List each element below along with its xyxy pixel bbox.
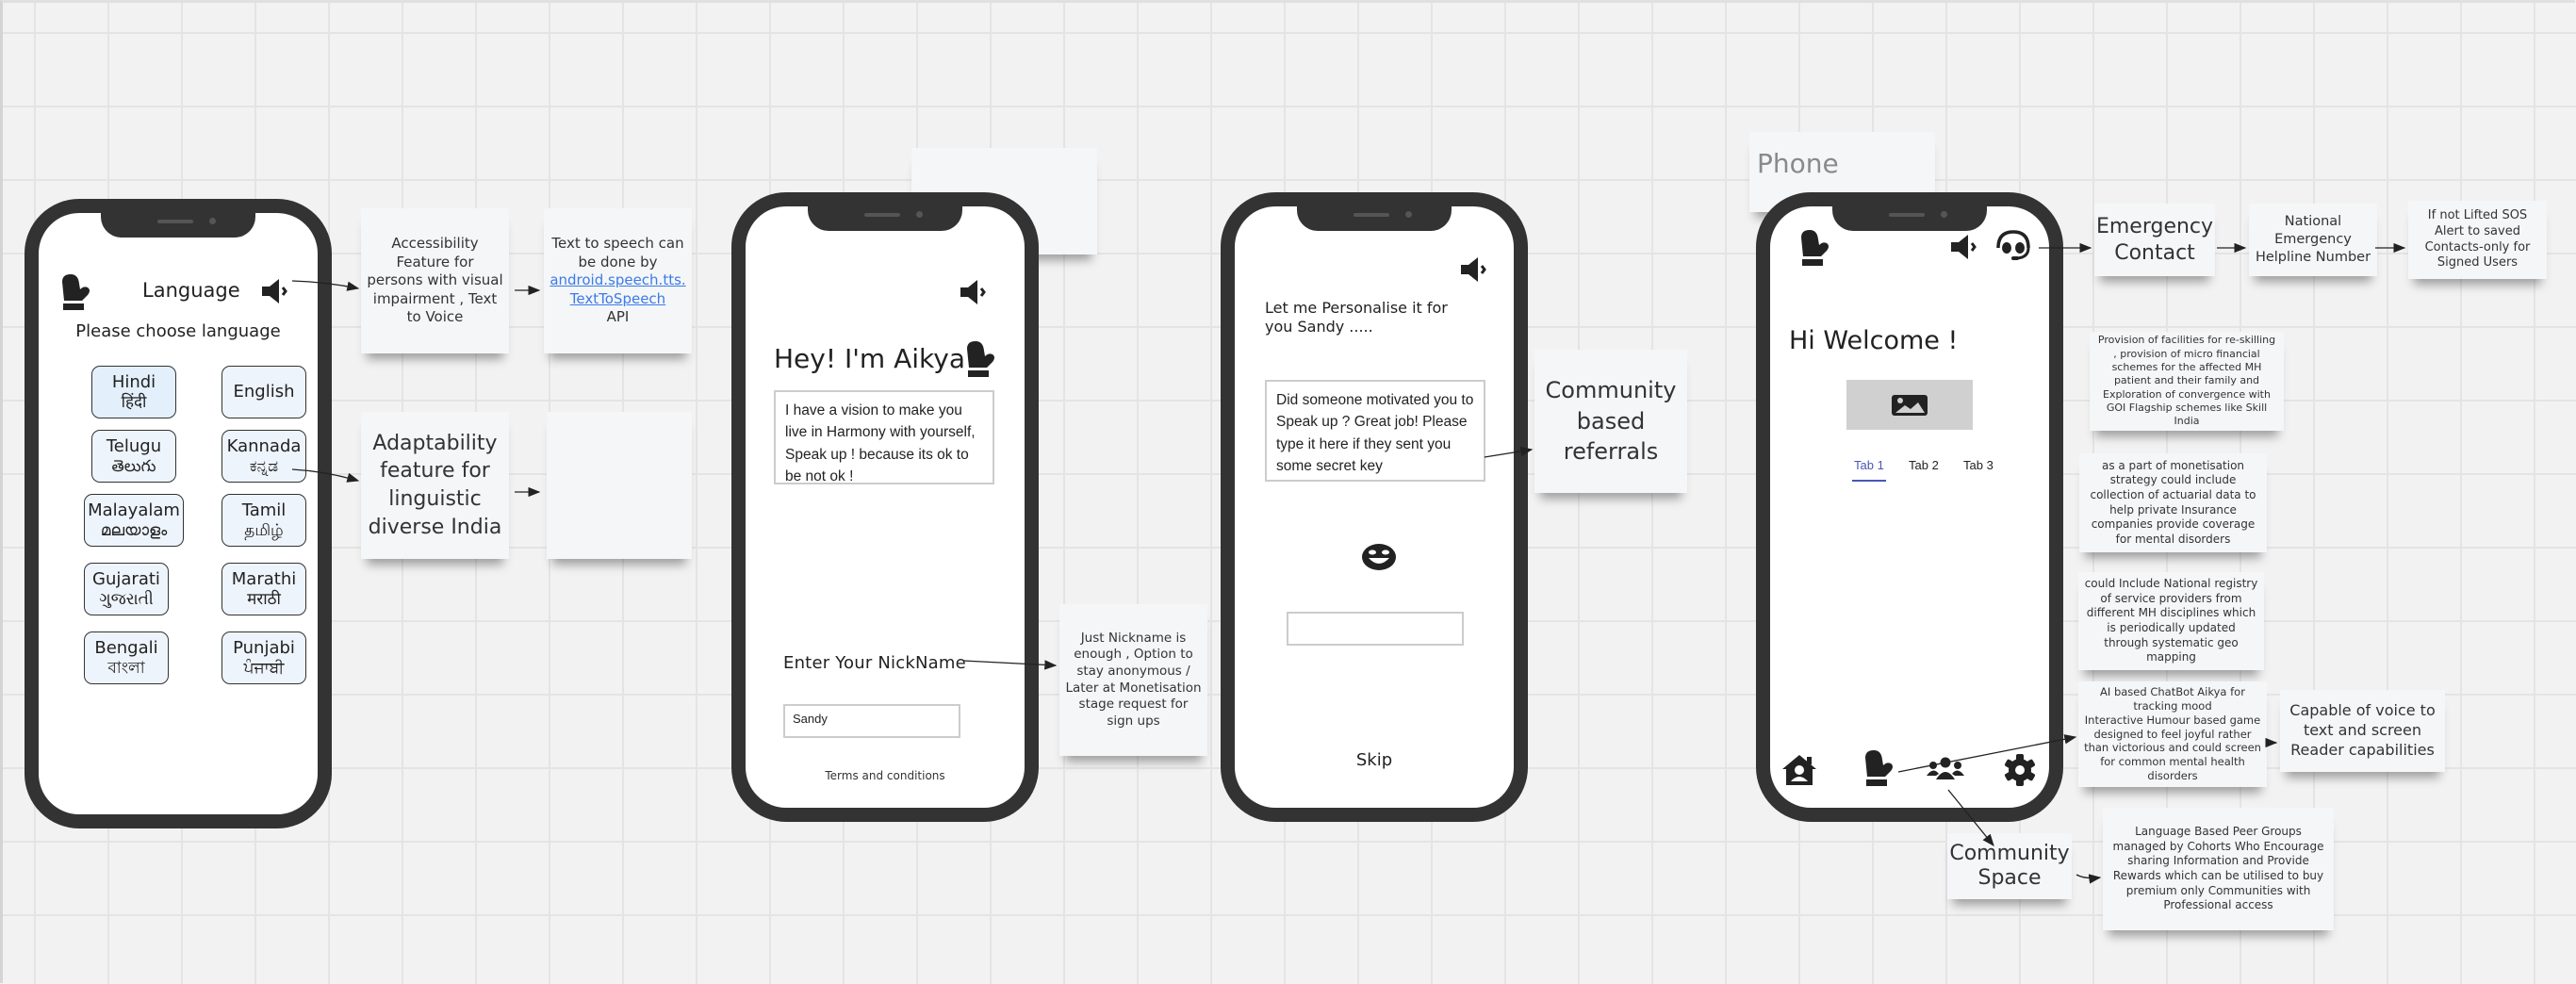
- tts-prefix: Text to speech can be done by: [551, 235, 684, 271]
- language-option-english[interactable]: English: [222, 366, 306, 418]
- mitten-nav-icon[interactable]: [1862, 750, 1895, 788]
- community-icon[interactable]: [1927, 757, 1964, 779]
- phone-personalise-screen: Let me Personalise it for you Sandy ....…: [1221, 192, 1528, 822]
- screen-subtitle: Please choose language: [75, 321, 281, 341]
- home-icon[interactable]: [1781, 754, 1817, 786]
- mitten-icon: [59, 274, 91, 312]
- chatbot-line-2: Interactive Humour based game designed t…: [2084, 713, 2261, 783]
- intro-message-box: I have a vision to make you live in Harm…: [774, 390, 994, 484]
- phone-notch: [1832, 205, 1987, 231]
- note-voice-capabilities[interactable]: Capable of voice to text and screen Read…: [2280, 690, 2445, 772]
- welcome-heading: Hi Welcome !: [1789, 326, 1959, 355]
- note-chatbot[interactable]: AI based ChatBot Aikya for tracking mood…: [2078, 681, 2267, 787]
- nickname-label: Enter Your NickName: [783, 653, 966, 673]
- referral-message-box: Did someone motivated you to Speak up ? …: [1265, 380, 1485, 482]
- personalise-greeting: Let me Personalise it for you Sandy ....…: [1265, 299, 1448, 336]
- phone-language-screen: Language Please choose language Hindi हिं…: [25, 199, 332, 828]
- note-emergency-contact[interactable]: Emergency Contact: [2094, 204, 2215, 276]
- mitten-icon: [1798, 230, 1830, 268]
- note-community-space[interactable]: Community Space: [1947, 833, 2072, 899]
- connector-space-to-peer-groups: [2076, 874, 2102, 884]
- intro-heading: Hey! I'm Aikya: [774, 343, 965, 374]
- chatbot-line-1: AI based ChatBot Aikya for tracking mood: [2100, 684, 2245, 713]
- language-option-hindi[interactable]: Hindi हिंदी: [91, 366, 176, 418]
- note-blank[interactable]: [547, 412, 692, 559]
- phone-label: Phone: [1757, 148, 1839, 179]
- tab-2[interactable]: Tab 2: [1909, 458, 1939, 472]
- language-option-telugu[interactable]: Telugu తెలుగు: [91, 430, 176, 483]
- phone-notch: [808, 205, 962, 231]
- note-adaptability[interactable]: Adaptability feature for linguistic dive…: [361, 412, 509, 559]
- mitten-icon: [964, 341, 996, 379]
- note-monetisation[interactable]: as a part of monetisation strategy could…: [2079, 453, 2267, 552]
- terms-link[interactable]: Terms and conditions: [746, 769, 1025, 782]
- note-peer-groups[interactable]: Language Based Peer Groups managed by Co…: [2103, 808, 2334, 930]
- settings-icon[interactable]: [2003, 753, 2037, 787]
- speaker-icon[interactable]: [1461, 257, 1489, 282]
- tts-api-link[interactable]: android.speech.tts.TextToSpeech: [550, 271, 686, 308]
- language-option-malayalam[interactable]: Malayalam മലയാളം: [84, 494, 184, 547]
- language-option-punjabi[interactable]: Punjabi ਪੰਜਾਬੀ: [222, 631, 306, 684]
- note-nickname[interactable]: Just Nickname is enough , Option to stay…: [1059, 604, 1207, 756]
- peer-groups-line-1: Language Based Peer Groups managed by Co…: [2112, 825, 2324, 868]
- headset-support-icon[interactable]: [1994, 229, 2032, 263]
- speaker-icon[interactable]: [1951, 235, 1979, 259]
- tab-1[interactable]: Tab 1: [1852, 458, 1886, 482]
- note-accessibility[interactable]: Accessibility Feature for persons with v…: [361, 208, 509, 353]
- screen-title: Language: [142, 279, 240, 302]
- secret-key-input[interactable]: [1287, 612, 1464, 646]
- note-community-referrals[interactable]: Community based referrals: [1534, 350, 1687, 493]
- note-provision[interactable]: Provision of facilities for re-skilling …: [2090, 332, 2284, 431]
- phone-notch: [1297, 205, 1452, 231]
- phone-home-screen: Hi Welcome ! Tab 1 Tab 2 Tab 3: [1756, 192, 2063, 822]
- nickname-input[interactable]: Sandy: [783, 704, 960, 738]
- tab-3[interactable]: Tab 3: [1963, 458, 1994, 472]
- peer-groups-line-2: Rewards which can be utilised to buy pre…: [2112, 869, 2324, 912]
- note-registry[interactable]: could Include National registry of servi…: [2078, 572, 2264, 670]
- note-text-to-speech[interactable]: Text to speech can be done by android.sp…: [544, 208, 692, 353]
- language-option-gujarati[interactable]: Gujarati ગુજરાતી: [84, 563, 169, 615]
- language-option-bengali[interactable]: Bengali বাংলা: [84, 631, 169, 684]
- phone-notch: [101, 211, 255, 238]
- image-placeholder: [1846, 380, 1973, 430]
- note-sos-alert[interactable]: If not Lifted SOS Alert to saved Contact…: [2408, 201, 2547, 279]
- image-icon: [1892, 394, 1928, 416]
- language-option-tamil[interactable]: Tamil தமிழ்: [222, 494, 306, 547]
- phone-intro-screen: Hey! I'm Aikya I have a vision to make y…: [731, 192, 1039, 822]
- language-option-kannada[interactable]: Kannada ಕನ್ನಡ: [222, 430, 306, 483]
- note-helpline[interactable]: National Emergency Helpline Number: [2249, 204, 2377, 276]
- speaker-icon[interactable]: [960, 280, 989, 304]
- speaker-icon[interactable]: [262, 279, 290, 303]
- skip-button[interactable]: Skip: [1235, 750, 1514, 770]
- tts-suffix: API: [606, 308, 630, 326]
- language-option-marathi[interactable]: Marathi मराठी: [222, 563, 306, 615]
- smiling-face-icon: [1361, 543, 1397, 571]
